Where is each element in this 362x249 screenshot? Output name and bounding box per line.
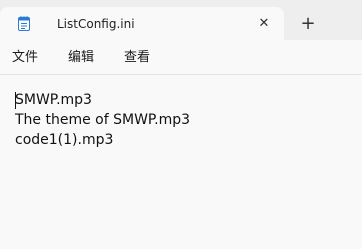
text-editor[interactable]: SMWP.mp3 The theme of SMWP.mp3 code1(1).…	[0, 75, 362, 249]
close-tab-icon[interactable]: ✕	[256, 16, 272, 32]
menu-file[interactable]: 文件	[12, 50, 38, 66]
text-caret	[15, 92, 16, 109]
title-bar: ListConfig.ini ✕ +	[0, 0, 362, 40]
editor-line: SMWP.mp3	[15, 92, 92, 108]
tab-title: ListConfig.ini	[57, 17, 135, 31]
editor-line: code1(1).mp3	[15, 132, 114, 148]
notepad-icon	[18, 16, 30, 31]
editor-line: The theme of SMWP.mp3	[15, 112, 191, 128]
menu-view[interactable]: 查看	[124, 50, 150, 66]
menu-edit[interactable]: 编辑	[68, 50, 94, 66]
new-tab-button[interactable]: +	[298, 15, 318, 35]
menu-bar: 文件 编辑 查看	[0, 40, 362, 75]
tab-listconfig[interactable]: ListConfig.ini ✕	[0, 7, 284, 40]
